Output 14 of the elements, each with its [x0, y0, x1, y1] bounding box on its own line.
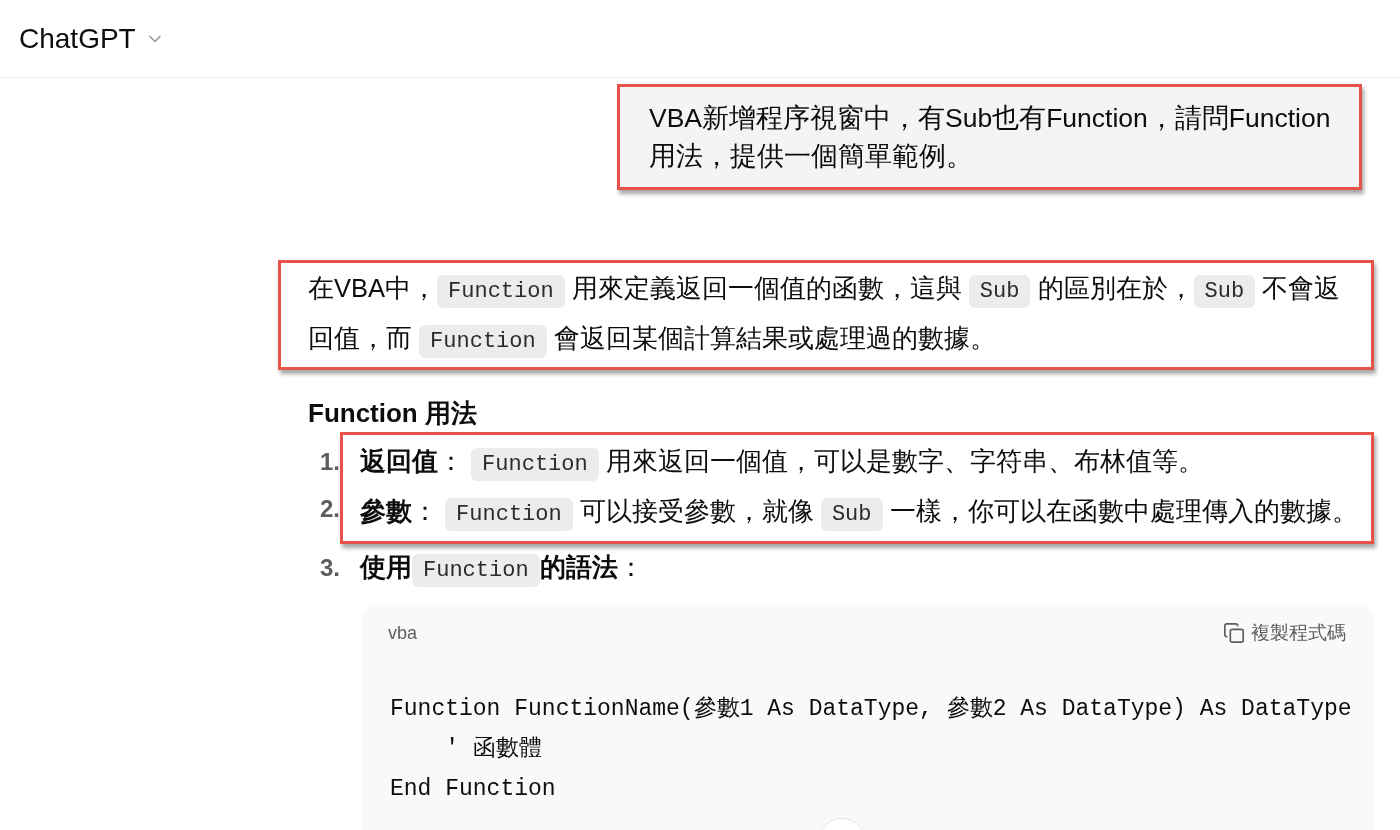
list-number: 2.: [319, 494, 340, 524]
model-selector[interactable]: ChatGPT: [19, 17, 165, 60]
section-heading: Function 用法: [307, 397, 478, 430]
answer-paragraph: 在VBA中， Function 用來定義返回一個值的函數，這與 Sub 的區別在於， Sub 不會返回值，而 Function 會返回某個計算結果或處理過的數據。: [308, 265, 1353, 365]
code-language-label: vba: [388, 621, 418, 645]
list-item-text: 返回值： Function 用來返回一個值，可以是數字、字符串、布林值等。: [360, 438, 1367, 488]
copy-icon: [1223, 622, 1245, 644]
list-item-text: 使用 Function 的語法：: [360, 544, 1374, 594]
code-text: Function FunctionName(參數1 As DataType, 參數2 As DataType) As DataType ' 函數體 End Function: [390, 695, 1352, 804]
copy-code-button[interactable]: 複製程式碼: [1223, 618, 1346, 648]
user-message: VBA新增程序視窗中，有Sub也有Function，請問Function用法，提供一個簡單範例。: [620, 87, 1359, 187]
list-item-text: 參數： Function 可以接受參數，就像 Sub 一樣，你可以在函數中處理傳入的數據。: [360, 488, 1367, 538]
list-number: 3.: [319, 553, 340, 583]
list-number: 1.: [319, 447, 340, 477]
